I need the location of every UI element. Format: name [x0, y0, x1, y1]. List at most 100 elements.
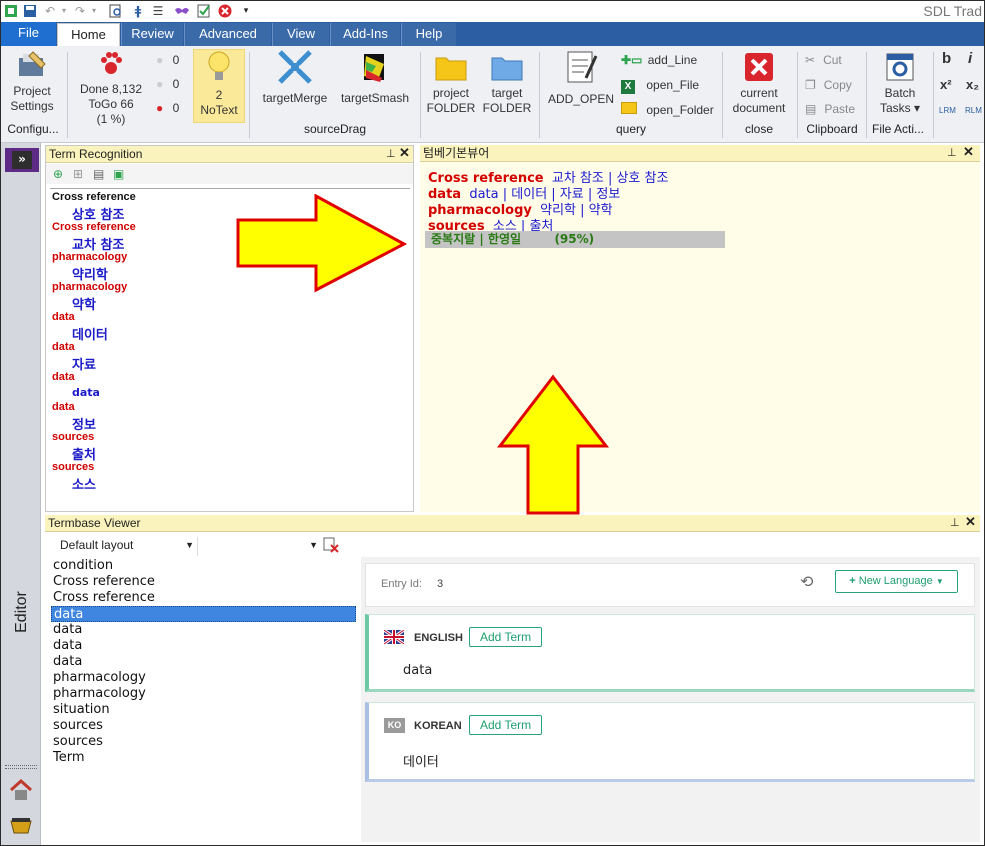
basket-icon[interactable]	[9, 813, 33, 838]
paw-icon	[101, 52, 122, 74]
history-icon[interactable]: ⟲	[800, 572, 813, 591]
clear-filter-icon[interactable]	[323, 537, 339, 556]
new-language-button[interactable]: + New Language ▼	[835, 570, 958, 593]
term-source: data	[52, 311, 75, 323]
home-icon[interactable]	[9, 778, 33, 804]
term-target[interactable]: 약학	[72, 294, 96, 313]
tab-home[interactable]: Home	[57, 23, 120, 46]
add-term-button-korean[interactable]: Add Term	[469, 715, 543, 735]
rlm-button[interactable]: RLM	[965, 104, 982, 118]
notext-label: NoText	[200, 103, 238, 117]
layout-dropdown[interactable]: Default layout ▼	[47, 537, 197, 556]
customize-toolbar-icon[interactable]: ▾	[239, 4, 253, 18]
close-panel-icon[interactable]: ✕	[963, 144, 974, 160]
tab-review[interactable]: Review	[121, 23, 183, 46]
target-merge-button[interactable]: targetMerge	[257, 50, 333, 106]
editor-view-label[interactable]: Editor	[13, 577, 31, 647]
split-icon[interactable]: ǂ	[131, 4, 145, 18]
find-icon[interactable]	[109, 4, 123, 18]
term-list-item[interactable]: sources	[51, 718, 356, 734]
term-list-item[interactable]: pharmacology	[51, 686, 356, 702]
quick-add-icon[interactable]: ▤	[93, 167, 104, 181]
tab-advanced[interactable]: Advanced	[184, 23, 271, 46]
term-list-item[interactable]: Cross reference	[51, 590, 356, 606]
checklist-icon[interactable]	[197, 4, 211, 18]
search-termbase-icon[interactable]: ⊕	[53, 167, 63, 181]
close-panel-icon[interactable]: ✕	[965, 514, 976, 530]
english-term[interactable]: data	[403, 663, 432, 678]
counter-2: ● 0	[156, 77, 180, 91]
menu-bar: File Home Review Advanced View Add-Ins H…	[1, 22, 984, 46]
italic-button[interactable]: i	[968, 51, 972, 66]
add-term-icon[interactable]: ⊞	[73, 167, 83, 181]
term-source: data	[52, 371, 75, 383]
korean-term[interactable]: 데이터	[403, 751, 439, 770]
term-list-item[interactable]: data	[51, 638, 356, 654]
project-folder-button[interactable]: project FOLDER	[425, 52, 477, 116]
add-line-icon: ✚▭	[621, 53, 643, 67]
togo-count: ToGo 66	[88, 97, 134, 111]
term-list-item[interactable]: sources	[51, 734, 356, 750]
pin-icon[interactable]: ⊥	[950, 515, 960, 531]
sidebar-grip[interactable]	[5, 765, 37, 769]
term-list-item[interactable]: situation	[51, 702, 356, 718]
term-recognition-toolbar: ⊕ ⊞ ▤ ▣	[46, 164, 413, 184]
term-list-item[interactable]: pharmacology	[51, 670, 356, 686]
open-file-button[interactable]: X open_File	[621, 78, 699, 94]
paste-button[interactable]: ▤ Paste	[805, 102, 855, 116]
tab-view[interactable]: View	[272, 23, 329, 46]
batch-tasks-button[interactable]: Batch Tasks ▾	[871, 52, 929, 116]
term-target[interactable]: 자료	[72, 354, 96, 373]
close-panel-icon[interactable]: ✕	[399, 145, 410, 161]
pin-icon[interactable]: ⊥	[386, 146, 396, 162]
copy-button[interactable]: ❐ Copy	[805, 78, 852, 92]
term-list-item[interactable]: Cross reference	[51, 574, 356, 590]
stop-icon[interactable]	[218, 4, 232, 18]
redo-icon[interactable]: ↷	[73, 4, 87, 18]
term-list-item[interactable]: data	[51, 622, 356, 638]
add-line-button[interactable]: ✚▭ add_Line	[621, 53, 697, 67]
excel-icon: X	[621, 80, 635, 94]
term-list-item-selected[interactable]: data	[51, 606, 356, 622]
filter-dropdown[interactable]: ▼	[197, 537, 321, 556]
entry-id-value: 3	[437, 578, 444, 590]
expand-sidebar-button[interactable]: »	[5, 148, 39, 172]
lrm-button[interactable]: LRM	[939, 104, 956, 118]
target-smash-button[interactable]: targetSmash	[337, 50, 413, 106]
term-target[interactable]: 소스	[72, 474, 96, 493]
add-term-button-english[interactable]: Add Term	[469, 627, 543, 647]
redo-dropdown-icon[interactable]: ▾	[87, 4, 101, 18]
term-list-item[interactable]: data	[51, 654, 356, 670]
target-folder-button[interactable]: target FOLDER	[481, 52, 533, 116]
pin-icon[interactable]: ⊥	[947, 145, 957, 161]
term-list-item[interactable]: condition	[51, 558, 356, 574]
notext-button[interactable]: 2 NoText	[193, 49, 245, 123]
ribbon-separator	[67, 52, 68, 138]
bat-icon[interactable]	[174, 4, 189, 18]
stack-icon[interactable]: ☰	[151, 4, 165, 18]
undo-icon[interactable]: ↶	[43, 4, 57, 18]
clipboard-group-label: Clipboard	[806, 122, 858, 136]
open-folder-button[interactable]: open_Folder	[621, 102, 714, 117]
batch-gear-icon	[886, 53, 914, 81]
save-icon[interactable]	[23, 4, 37, 18]
term-target[interactable]: data	[72, 386, 100, 399]
term-source: sources	[52, 431, 95, 443]
bold-button[interactable]: b	[942, 51, 951, 66]
cut-button[interactable]: ✂ Cut	[805, 53, 842, 67]
tab-help[interactable]: Help	[401, 23, 456, 46]
project-settings-button[interactable]: Project Settings	[7, 50, 57, 114]
subscript-button[interactable]: x₂	[966, 78, 979, 92]
close-document-button[interactable]: current document	[727, 52, 791, 116]
settings-icon[interactable]: ▣	[113, 167, 124, 181]
paste-icon: ▤	[805, 102, 817, 116]
undo-dropdown-icon[interactable]: ▾	[57, 4, 71, 18]
tab-file[interactable]: File	[1, 22, 56, 46]
english-language-name: ENGLISH	[414, 632, 463, 644]
term-target[interactable]: 데이터	[72, 324, 108, 343]
tab-add-ins[interactable]: Add-Ins	[330, 23, 400, 46]
superscript-button[interactable]: x²	[940, 78, 952, 92]
term-list-item[interactable]: Term	[51, 750, 356, 766]
add-open-button[interactable]: ADD_OPEN	[545, 50, 617, 107]
term-source: pharmacology	[52, 281, 128, 293]
